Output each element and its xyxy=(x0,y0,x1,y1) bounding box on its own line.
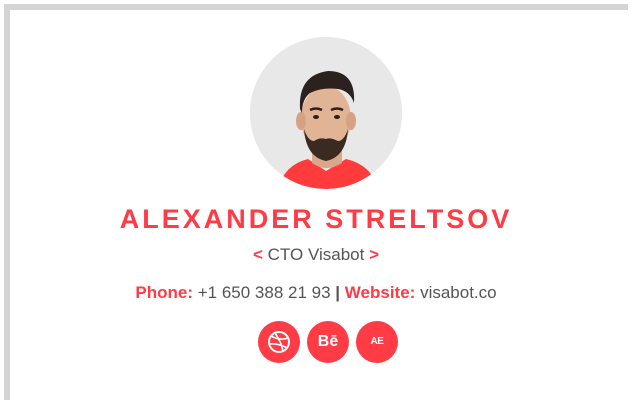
contact-line: Phone: +1 650 388 21 93 | Website: visab… xyxy=(0,283,632,303)
email-signature: ALEXANDER STRELTSOV < CTO Visabot > Phon… xyxy=(0,0,632,404)
dribbble-icon[interactable] xyxy=(258,321,300,363)
signature-role: < CTO Visabot > xyxy=(0,245,632,265)
role-text: CTO Visabot xyxy=(267,245,365,264)
phone-number[interactable]: +1 650 388 21 93 xyxy=(198,283,331,302)
role-open-bracket: < xyxy=(252,245,263,264)
social-links: Bē AE xyxy=(258,321,408,365)
website-label: Website: xyxy=(344,283,416,302)
profile-photo xyxy=(250,37,402,189)
dribbble-glyph xyxy=(268,331,290,353)
angellist-icon[interactable]: AE xyxy=(356,321,398,363)
phone-label: Phone: xyxy=(135,283,193,302)
website-link[interactable]: visabot.co xyxy=(420,283,497,302)
role-close-bracket: > xyxy=(369,245,380,264)
avatar xyxy=(250,37,402,189)
contact-separator: | xyxy=(335,283,341,302)
signature-name: ALEXANDER STRELTSOV xyxy=(119,204,513,234)
behance-icon[interactable]: Bē xyxy=(307,321,349,363)
